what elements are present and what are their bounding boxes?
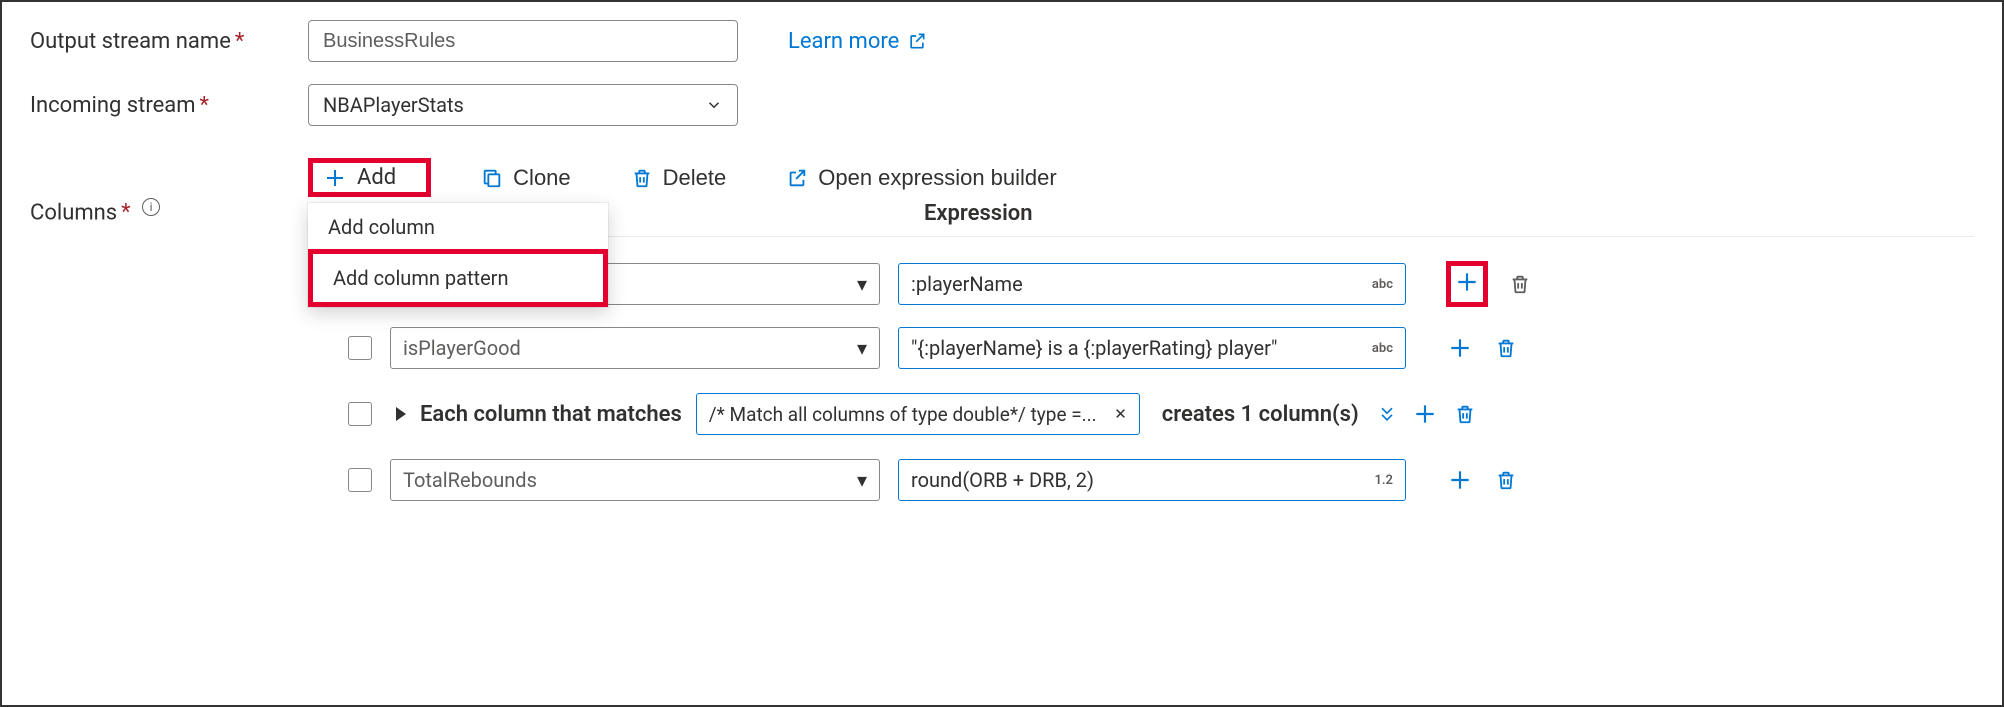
pattern-suffix-label: creates 1 column(s): [1162, 402, 1359, 427]
copy-icon: [481, 167, 503, 189]
columns-label: Columns* i: [30, 148, 308, 225]
add-row-button[interactable]: [1446, 466, 1474, 494]
incoming-stream-label: Incoming stream*: [30, 93, 308, 118]
add-row-button[interactable]: [1446, 334, 1474, 362]
clone-button[interactable]: Clone: [471, 159, 580, 197]
required-star: *: [200, 93, 209, 118]
delete-row-button[interactable]: [1494, 468, 1518, 492]
clear-icon[interactable]: ✕: [1114, 405, 1127, 423]
expand-icon[interactable]: [396, 407, 406, 421]
clone-label: Clone: [513, 165, 570, 191]
learn-more-link[interactable]: Learn more: [788, 29, 927, 54]
expression-column-header: Expression: [924, 201, 1033, 226]
delete-label: Delete: [663, 165, 727, 191]
delete-button[interactable]: Delete: [621, 159, 737, 197]
required-star: *: [235, 29, 244, 54]
expression-type-badge: 1.2: [1374, 473, 1393, 488]
incoming-stream-value: NBAPlayerStats: [323, 93, 464, 117]
external-link-icon: [907, 31, 927, 51]
column-name-select[interactable]: isPlayerGood ▾: [390, 327, 880, 369]
learn-more-label: Learn more: [788, 29, 899, 54]
delete-row-button[interactable]: [1494, 336, 1518, 360]
open-expr-builder-label: Open expression builder: [818, 165, 1056, 191]
incoming-stream-select[interactable]: NBAPlayerStats: [308, 84, 738, 126]
row-checkbox[interactable]: [348, 336, 372, 360]
expression-value: round(ORB + DRB, 2): [911, 468, 1094, 492]
column-row: TotalRebounds ▾ round(ORB + DRB, 2) 1.2: [308, 449, 1974, 511]
add-row-button[interactable]: [1411, 400, 1439, 428]
pattern-match-expression-value: /* Match all columns of type double*/ ty…: [709, 403, 1097, 426]
expression-type-badge: abc: [1372, 341, 1393, 356]
expression-input[interactable]: round(ORB + DRB, 2) 1.2: [898, 459, 1406, 501]
output-stream-name-label: Output stream name*: [30, 29, 308, 54]
info-icon[interactable]: i: [142, 198, 160, 216]
expression-value: "{:playerName} is a {:playerRating} play…: [911, 336, 1277, 360]
trash-icon: [631, 167, 653, 189]
add-column-pattern-menu-item[interactable]: Add column pattern: [308, 249, 608, 307]
row-checkbox[interactable]: [348, 402, 372, 426]
add-column-menu-item[interactable]: Add column: [308, 203, 608, 251]
output-stream-name-input[interactable]: [308, 20, 738, 62]
pattern-match-expression-input[interactable]: /* Match all columns of type double*/ ty…: [696, 393, 1140, 435]
external-link-icon: [786, 167, 808, 189]
delete-row-button[interactable]: [1508, 272, 1532, 296]
add-dropdown-menu: Add column Add column pattern: [308, 203, 608, 307]
row-checkbox[interactable]: [348, 468, 372, 492]
plus-icon: [1453, 268, 1481, 296]
caret-down-icon: ▾: [857, 468, 867, 492]
column-name-value: isPlayerGood: [403, 336, 521, 360]
expression-value: :playerName: [911, 272, 1023, 296]
delete-row-button[interactable]: [1453, 402, 1477, 426]
caret-down-icon: ▾: [857, 336, 867, 360]
column-name-select[interactable]: TotalRebounds ▾: [390, 459, 880, 501]
column-row: isPlayerGood ▾ "{:playerName} is a {:pla…: [308, 317, 1974, 379]
expression-input[interactable]: :playerName abc: [898, 263, 1406, 305]
plus-icon: [323, 166, 347, 190]
column-pattern-row: Each column that matches /* Match all co…: [308, 379, 1974, 449]
chevron-down-icon: [705, 96, 723, 114]
open-expression-builder-button[interactable]: Open expression builder: [776, 159, 1066, 197]
add-button[interactable]: Add: [308, 158, 431, 197]
required-star: *: [121, 200, 130, 225]
expression-input[interactable]: "{:playerName} is a {:playerRating} play…: [898, 327, 1406, 369]
expression-type-badge: abc: [1372, 277, 1393, 292]
expand-all-icon[interactable]: [1377, 404, 1397, 424]
add-label: Add: [357, 165, 396, 190]
column-name-value: TotalRebounds: [403, 468, 537, 492]
pattern-prefix-label: Each column that matches: [420, 402, 682, 427]
add-row-button[interactable]: [1446, 261, 1488, 307]
caret-down-icon: ▾: [857, 272, 867, 296]
